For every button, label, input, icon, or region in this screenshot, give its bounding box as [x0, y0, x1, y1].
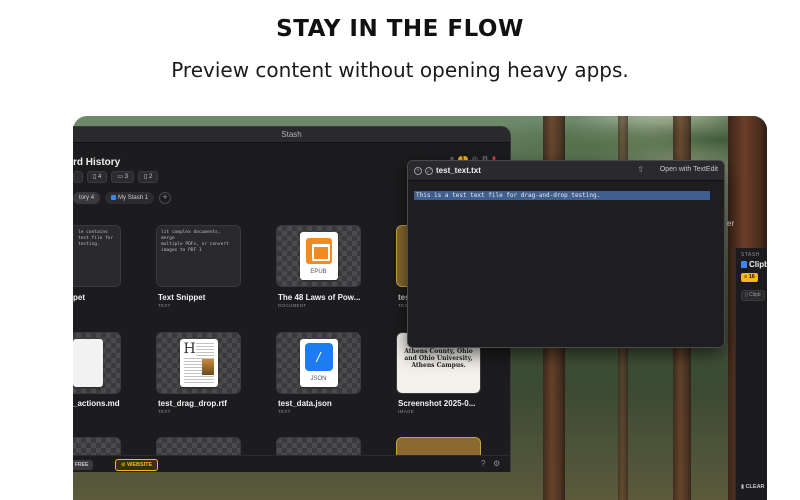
item-preview-text: lit complex documents, merge multiple PD… [161, 230, 229, 253]
open-with-button[interactable]: Open with TextEdit [660, 166, 718, 173]
item-title: _actions.md [73, 399, 120, 408]
item-title: test_data.json [278, 399, 332, 408]
item-type: DOCUMENT [278, 303, 307, 308]
panel-section-label: STASH [741, 252, 760, 258]
item-title: Text Snippet [158, 293, 206, 302]
section-heading: rd History [73, 157, 121, 168]
tab-my-stash[interactable]: My Stash 1 [105, 192, 155, 204]
help-icon[interactable]: ? [481, 459, 485, 468]
filter-chip-all[interactable] [73, 171, 83, 183]
stash-icon [111, 194, 117, 200]
filter-chip-files[interactable]: ▯ 2 [138, 171, 159, 183]
add-tab-button[interactable]: + [159, 192, 172, 204]
close-icon[interactable]: × [414, 167, 422, 175]
subheadline: Preview content without opening heavy ap… [171, 58, 629, 82]
item-title: pet [73, 293, 85, 302]
filter-chip-images[interactable]: ▭ 3 [111, 171, 134, 183]
item-preview[interactable]: H [156, 332, 241, 394]
heading-glyph: H [183, 341, 196, 357]
epub-document-icon: EPUB [299, 232, 338, 280]
item-title: The 48 Laws of Pow... [278, 293, 361, 302]
item-preview[interactable]: lit complex documents, merge multiple PD… [156, 225, 241, 287]
markdown-document-icon [73, 339, 103, 387]
preview-window[interactable]: × ⤢ test_text.txt ⇧ Open with TextEdit T… [407, 160, 725, 348]
item-title: test_drag_drop.rtf [158, 399, 227, 408]
json-document-icon: / JSON [299, 339, 338, 387]
photo-thumbnail [201, 359, 214, 375]
item-preview[interactable]: le contains test file for testing. [73, 225, 121, 287]
clear-button[interactable]: ▮ CLEAR [741, 484, 765, 490]
fullscreen-icon[interactable]: ⤢ [425, 167, 433, 175]
item-type: TEXT [278, 409, 291, 414]
gear-icon[interactable]: ⚙ [493, 459, 500, 468]
share-icon[interactable]: ⇧ [637, 165, 644, 174]
website-button[interactable]: ⊘ WEBSITE [115, 459, 159, 471]
free-badge: FREE [73, 460, 94, 470]
item-title: Screenshot 2025-0... [398, 399, 476, 408]
preview-title: test_text.txt [436, 166, 481, 175]
panel-count-badge: ≡ 16 [741, 273, 758, 282]
book-icon [305, 238, 332, 264]
item-preview[interactable] [73, 332, 121, 394]
filter-chip-documents[interactable]: ▯ 4 [87, 171, 108, 183]
json-icon: / [304, 343, 333, 371]
panel-title: Clipb [741, 260, 767, 269]
selected-text-line[interactable]: This is a test text file for drag-and-dr… [414, 191, 710, 200]
background-window-text: er [727, 219, 735, 228]
panel-chip-clipboard[interactable]: ▯ Clipb [741, 290, 765, 301]
item-preview[interactable]: EPUB [276, 225, 361, 287]
rtf-document-icon: H [179, 339, 218, 387]
item-preview-text: le contains test file for testing. [78, 230, 114, 247]
window-footer: FREE ⊘ WEBSITE ? ⚙ [73, 455, 510, 472]
item-type: IMAGE [398, 409, 415, 414]
item-type: TEXT [158, 409, 171, 414]
item-type: TEXT [158, 303, 171, 308]
headline: STAY IN THE FLOW [276, 16, 524, 42]
preview-content[interactable]: This is a test text file for drag-and-dr… [414, 184, 718, 341]
window-titlebar[interactable]: Stash [73, 127, 510, 143]
item-preview[interactable]: / JSON [276, 332, 361, 394]
image-icon: ▭ [117, 174, 125, 180]
stash-side-panel[interactable]: STASH Clipb ≡ 16 ▯ Clipb ▮ CLEAR [735, 248, 767, 500]
preview-titlebar: × ⤢ test_text.txt ⇧ Open with TextEdit [408, 161, 724, 181]
clipboard-icon [741, 261, 747, 269]
tab-history[interactable]: tory 4 [73, 192, 101, 204]
filter-row: ▯ 4 ▭ 3 ▯ 2 [73, 171, 159, 183]
